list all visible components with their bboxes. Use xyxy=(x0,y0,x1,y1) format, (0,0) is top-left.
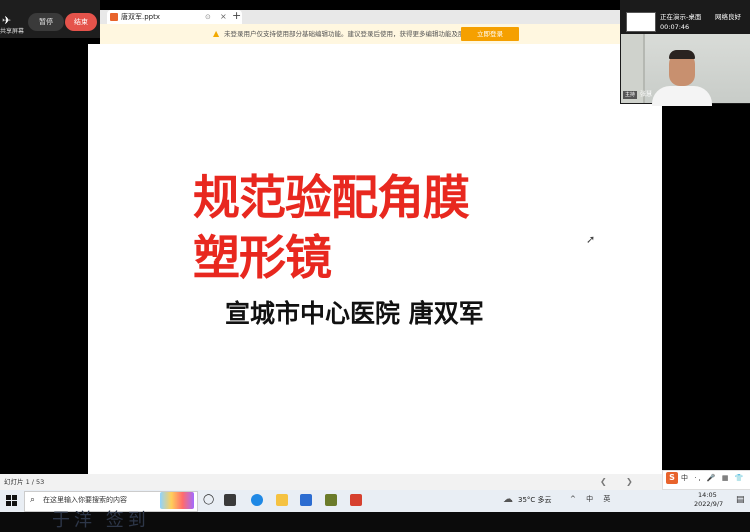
pptx-file-icon xyxy=(110,13,118,21)
pause-share-button[interactable]: 暂停 xyxy=(28,13,64,31)
task-view-icon[interactable]: ◯ xyxy=(203,493,214,507)
end-share-button[interactable]: 结束 xyxy=(65,13,97,31)
search-icon: ⌕ xyxy=(30,495,36,505)
ime-toolbar-items[interactable]: 中 ·, 🎤 ▦ 👕 ⚙ xyxy=(681,472,750,484)
app-icon-red[interactable] xyxy=(350,494,362,506)
system-tray[interactable]: ^ 中 英 xyxy=(570,494,614,505)
webcam-person-body xyxy=(652,86,712,106)
webcam-person-hair xyxy=(669,50,695,59)
next-slide-button[interactable]: ❯ xyxy=(626,475,633,489)
clock-time[interactable]: 14:05 xyxy=(698,491,717,499)
clock-date[interactable]: 2022/9/7 xyxy=(694,500,723,508)
prev-slide-button[interactable]: ❮ xyxy=(600,475,607,489)
weather-cloud-icon: ☁ xyxy=(503,494,513,505)
presentation-status-bar xyxy=(0,474,750,490)
slide-canvas[interactable] xyxy=(88,44,662,474)
notification-icon[interactable]: ▤ xyxy=(736,494,745,506)
search-highlight-image xyxy=(160,492,194,509)
presenting-timer: 00:07:46 xyxy=(660,23,690,31)
presenting-status: 正在演示-桌面 xyxy=(660,13,702,21)
app-icon-green[interactable] xyxy=(325,494,337,506)
slide-subtitle: 宣城市中心医院 唐双军 xyxy=(225,299,484,328)
file-explorer-icon[interactable] xyxy=(276,494,288,506)
checkin-watermark: 于洋 签到 xyxy=(52,510,150,531)
warning-icon: ▲ xyxy=(213,29,220,38)
sogou-ime-icon[interactable]: S xyxy=(666,472,678,484)
slide-title-line-1: 规范验配角膜 xyxy=(193,171,470,226)
tab-title: 唐双军.pptx xyxy=(121,13,160,21)
participant-name: 张慧 xyxy=(640,91,653,98)
mouse-cursor-icon: ➚ xyxy=(586,233,596,246)
slide-page-indicator: 幻灯片 1 / 53 xyxy=(4,478,45,486)
close-tab-icon[interactable]: × xyxy=(220,11,227,23)
host-badge: 主持 xyxy=(623,91,637,99)
tab-pin-icon[interactable]: ⊙ xyxy=(205,11,211,23)
login-button[interactable]: 立即登录 xyxy=(461,27,519,41)
login-notice-text: 未登录用户仅支持使用部分基础编辑功能。建议登录后使用，获得更多编辑功能及服务。 xyxy=(224,30,478,38)
windows-start-icon[interactable] xyxy=(6,495,17,506)
weather-text[interactable]: 35°C 多云 xyxy=(518,495,552,506)
edge-browser-icon[interactable] xyxy=(251,494,263,506)
share-screen-label: 共享屏幕 xyxy=(0,28,25,35)
new-tab-button[interactable]: + xyxy=(232,9,241,23)
widgets-icon[interactable] xyxy=(224,494,236,506)
network-signal: 网络良好 xyxy=(715,13,741,21)
taskbar-search-placeholder[interactable]: 在这里输入你要搜索的内容 xyxy=(43,495,127,506)
presenting-thumbnail[interactable] xyxy=(626,12,656,32)
slide-title-line-2: 塑形镜 xyxy=(193,231,332,286)
mail-icon[interactable] xyxy=(300,494,312,506)
